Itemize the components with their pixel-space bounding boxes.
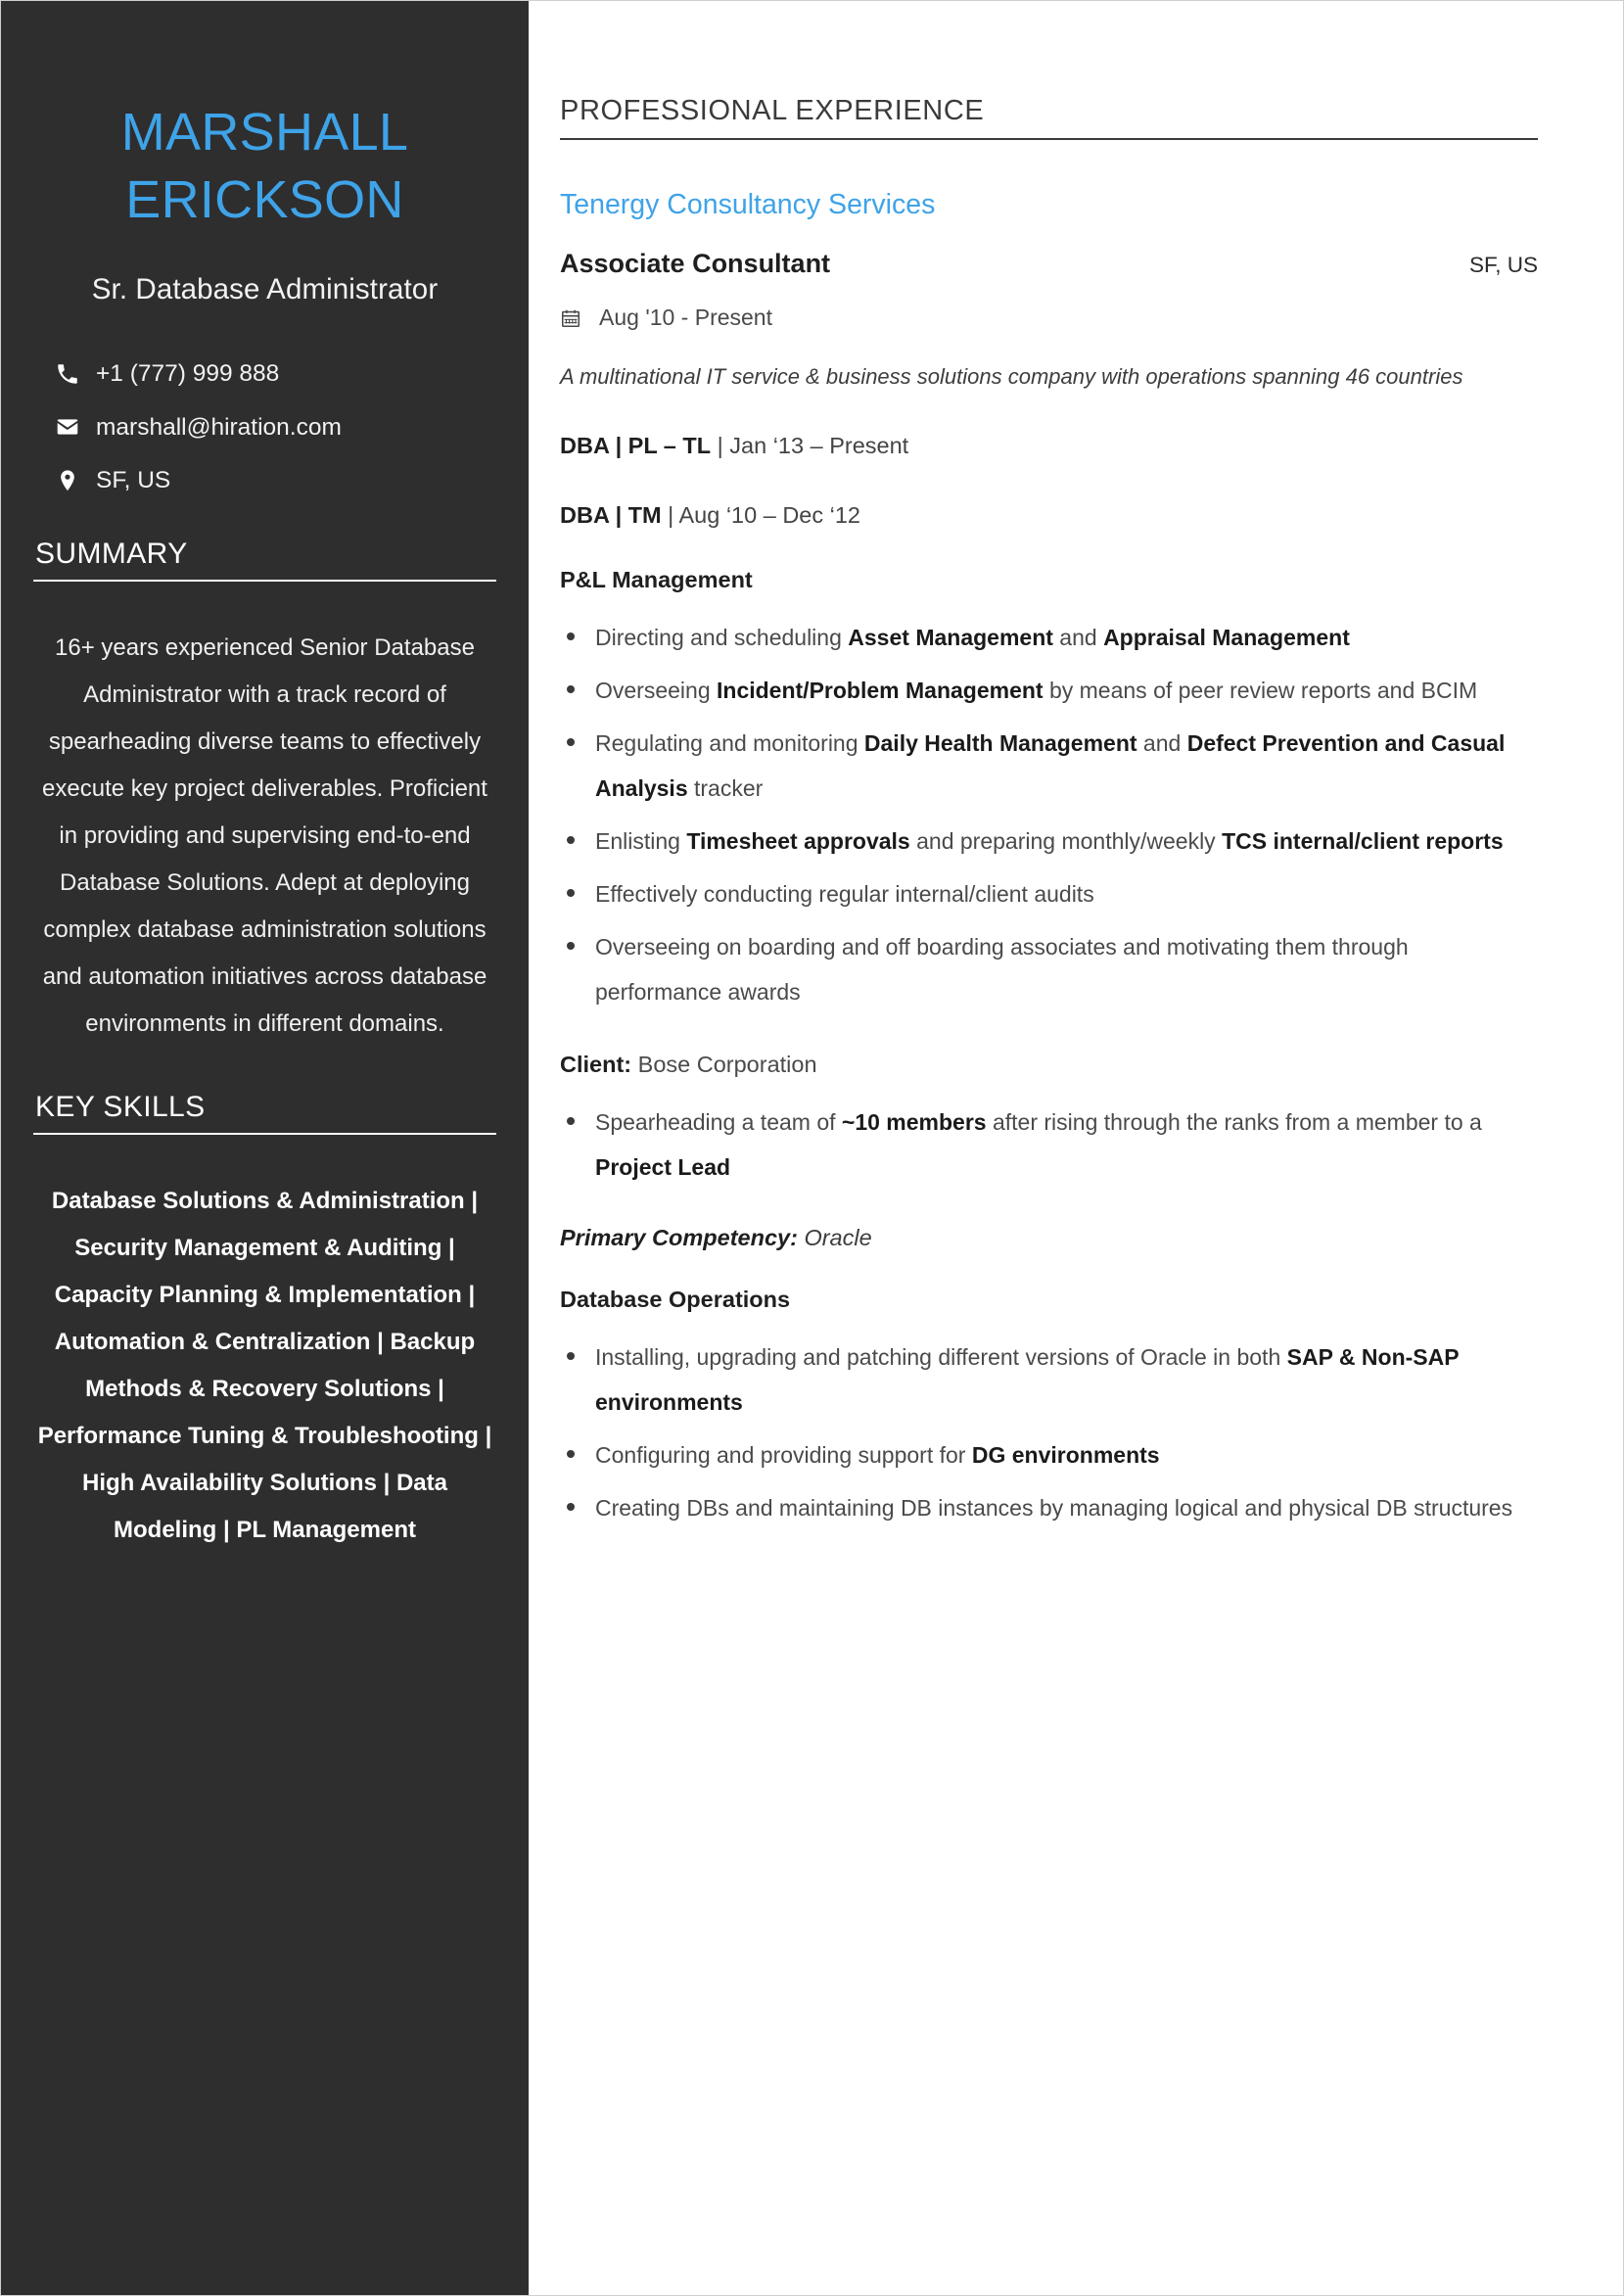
bullet-text: Regulating and monitoring — [595, 729, 864, 756]
bullet-item: Spearheading a team of ~10 members after… — [560, 1100, 1538, 1190]
contact-location[interactable]: SF, US — [55, 466, 496, 494]
key-skills-heading: KEY SKILLS — [35, 1091, 206, 1124]
bullet-item: Creating DBs and maintaining DB instance… — [560, 1485, 1538, 1530]
bullet-item: Installing, upgrading and patching diffe… — [560, 1335, 1538, 1425]
bullet-text: Effectively conducting regular internal/… — [595, 880, 1094, 907]
phone-icon — [55, 361, 84, 387]
name-line-last: ERICKSON — [125, 170, 404, 230]
bullet-emphasis: Timesheet approvals — [686, 827, 910, 854]
role-period-role: DBA | PL – TL — [560, 433, 712, 458]
bullet-text: tracker — [687, 774, 764, 801]
role-title: Associate Consultant — [560, 249, 831, 278]
professional-experience-divider — [560, 138, 1538, 140]
role-period-dates: Jan ‘13 – Present — [729, 433, 909, 458]
bullet-emphasis: TCS internal/client reports — [1222, 827, 1504, 854]
candidate-job-title: Sr. Database Administrator — [91, 273, 439, 306]
calendar-icon — [560, 307, 581, 329]
bullet-emphasis: ~10 members — [841, 1108, 987, 1135]
bullet-text: and — [1052, 624, 1104, 650]
bullet-text: Directing and scheduling — [595, 624, 849, 650]
company-name: Tenergy Consultancy Services — [560, 189, 936, 220]
bullet-text: Enlisting — [595, 827, 687, 854]
database-operations-heading: Database Operations — [560, 1286, 791, 1312]
role-location: SF, US — [1468, 253, 1538, 277]
bullet-emphasis: Incident/Problem Management — [717, 677, 1044, 703]
bullet-item: Effectively conducting regular internal/… — [560, 871, 1538, 916]
primary-competency-line: Primary Competency: Oracle — [560, 1225, 1538, 1251]
bullet-emphasis: Asset Management — [848, 624, 1053, 650]
bullet-text: and — [1137, 729, 1187, 756]
bullet-text: by means of peer review reports and BCIM — [1043, 677, 1478, 703]
client-bullets: Spearheading a team of ~10 members after… — [560, 1100, 1538, 1190]
role-period-separator: | — [711, 433, 730, 458]
client-name: Bose Corporation — [637, 1051, 817, 1077]
bullet-emphasis: Daily Health Management — [863, 729, 1137, 756]
key-skills-divider — [33, 1133, 496, 1136]
candidate-name: MARSHALL ERICKSON — [33, 1, 496, 234]
primary-competency-value: Oracle — [804, 1224, 872, 1250]
role-period: DBA | PL – TL | Jan ‘13 – Present — [560, 430, 1538, 462]
resume-page: MARSHALL ERICKSON Sr. Database Administr… — [0, 0, 1624, 2296]
main-content: PROFESSIONAL EXPERIENCE Tenergy Consulta… — [529, 1, 1623, 2295]
summary-text: 16+ years experienced Senior Database Ad… — [42, 634, 487, 1038]
role-row: Associate Consultant SF, US — [560, 249, 1538, 279]
bullet-text: Overseeing on boarding and off boarding … — [595, 933, 1409, 1005]
sidebar: MARSHALL ERICKSON Sr. Database Administr… — [1, 1, 529, 2295]
role-period-list: DBA | PL – TL | Jan ‘13 – Present DBA | … — [560, 430, 1538, 532]
summary-heading: SUMMARY — [35, 538, 188, 571]
phone-value: +1 (777) 999 888 — [96, 360, 280, 388]
role-dates: Aug '10 - Present — [599, 305, 772, 330]
bullet-emphasis: Project Lead — [595, 1153, 731, 1180]
pl-management-bullets: Directing and scheduling Asset Managemen… — [560, 615, 1538, 1014]
bullet-text: Installing, upgrading and patching diffe… — [595, 1343, 1287, 1370]
bullet-item: Enlisting Timesheet approvals and prepar… — [560, 819, 1538, 864]
bullet-item: Overseeing on boarding and off boarding … — [560, 924, 1538, 1014]
bullet-text: Creating DBs and maintaining DB instance… — [595, 1494, 1513, 1521]
primary-competency-label: Primary Competency: — [560, 1224, 798, 1250]
role-period: DBA | TM | Aug ‘10 – Dec ‘12 — [560, 499, 1538, 532]
bullet-item: Overseeing Incident/Problem Management b… — [560, 668, 1538, 713]
database-operations-bullets: Installing, upgrading and patching diffe… — [560, 1335, 1538, 1530]
role-period-separator: | — [661, 501, 679, 528]
summary-divider — [33, 580, 496, 583]
bullet-item: Directing and scheduling Asset Managemen… — [560, 615, 1538, 660]
contact-phone[interactable]: +1 (777) 999 888 — [55, 359, 496, 388]
professional-experience-heading: PROFESSIONAL EXPERIENCE — [560, 95, 985, 126]
bullet-text: Configuring and providing support for — [595, 1441, 972, 1468]
location-value: SF, US — [96, 467, 171, 493]
bullet-text: Spearheading a team of — [595, 1108, 842, 1135]
client-line: Client: Bose Corporation — [560, 1052, 1538, 1078]
company-description: A multinational IT service & business so… — [560, 364, 1463, 389]
email-value: marshall@hiration.com — [96, 413, 342, 441]
contact-email[interactable]: marshall@hiration.com — [55, 413, 496, 442]
bullet-text: after rising through the ranks from a me… — [986, 1108, 1482, 1135]
envelope-icon — [55, 414, 84, 440]
role-period-role: DBA | TM — [560, 501, 662, 528]
map-pin-icon — [55, 468, 84, 493]
group-heading: P&L Management — [560, 566, 753, 592]
contact-list: +1 (777) 999 888 marshall@hiration.com S… — [33, 359, 496, 494]
role-period-dates: Aug ‘10 – Dec ‘12 — [678, 501, 860, 528]
bullet-text: Overseeing — [595, 677, 718, 703]
bullet-item: Configuring and providing support for DG… — [560, 1432, 1538, 1477]
client-label: Client: — [560, 1051, 632, 1077]
bullet-text: and preparing monthly/weekly — [909, 827, 1223, 854]
name-line-first: MARSHALL — [120, 103, 409, 162]
role-date-row: Aug '10 - Present — [560, 305, 1538, 331]
bullet-emphasis: DG environments — [971, 1441, 1160, 1468]
key-skills-text: Database Solutions & Administration | Se… — [37, 1188, 492, 1544]
bullet-emphasis: Appraisal Management — [1103, 624, 1350, 650]
bullet-item: Regulating and monitoring Daily Health M… — [560, 721, 1538, 811]
